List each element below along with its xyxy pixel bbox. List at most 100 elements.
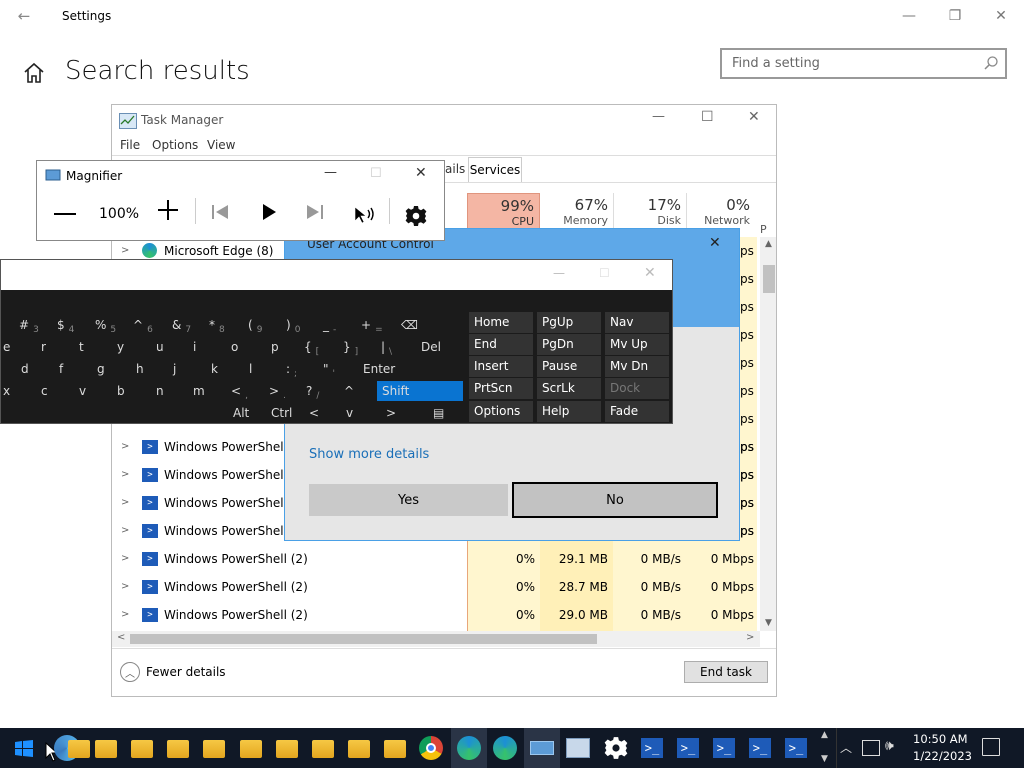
- tm-close-button[interactable]: ✕: [748, 109, 760, 125]
- keyboard-key[interactable]: p: [271, 337, 307, 357]
- keyboard-key[interactable]: Alt: [233, 403, 269, 423]
- keyboard-key[interactable]: v: [79, 381, 109, 401]
- keyboard-key[interactable]: _ -: [323, 315, 359, 335]
- action-center-icon[interactable]: [982, 738, 1000, 756]
- keyboard-key[interactable]: }]: [343, 337, 379, 357]
- settings-gear-icon[interactable]: [604, 736, 628, 760]
- keyboard-key[interactable]: ▤: [433, 403, 469, 423]
- nav-key[interactable]: PgUp: [537, 312, 601, 333]
- nav-key[interactable]: Mv Up: [605, 334, 669, 355]
- folder-icon[interactable]: [276, 740, 298, 758]
- keyboard-key[interactable]: :;: [286, 359, 322, 379]
- folder-icon[interactable]: [95, 740, 117, 758]
- clock-date[interactable]: 1/22/2023: [913, 749, 972, 763]
- keyboard-key[interactable]: b: [117, 381, 147, 401]
- chrome-icon[interactable]: [419, 736, 443, 760]
- play-icon[interactable]: [261, 203, 277, 221]
- tm-maximize-button[interactable]: ☐: [701, 109, 714, 125]
- keyboard-key[interactable]: n: [156, 381, 186, 401]
- find-setting-field[interactable]: [720, 48, 1007, 79]
- keyboard-key[interactable]: " ': [323, 359, 359, 379]
- expand-chevron-icon[interactable]: >: [121, 517, 129, 545]
- nav-key[interactable]: PrtScn: [469, 378, 533, 399]
- keyboard-key[interactable]: f: [59, 359, 95, 379]
- taskbar-scroll-down[interactable]: ▼: [821, 754, 828, 764]
- power-column-header[interactable]: P: [760, 223, 767, 236]
- magnifier-taskbar-button[interactable]: [524, 728, 560, 768]
- nav-key[interactable]: Insert: [469, 356, 533, 377]
- folder-icon[interactable]: [312, 740, 334, 758]
- magnifier-minimize-button[interactable]: —: [324, 165, 337, 180]
- folder-icon[interactable]: [131, 740, 153, 758]
- keyboard-key[interactable]: t: [79, 337, 115, 357]
- keyboard-key[interactable]: c: [41, 381, 71, 401]
- taskbar-scroll-up[interactable]: ▲: [821, 730, 828, 740]
- powershell-icon[interactable]: >_: [641, 738, 663, 758]
- nav-key[interactable]: End: [469, 334, 533, 355]
- keyboard-key[interactable]: m: [193, 381, 223, 401]
- expand-chevron-icon[interactable]: >: [121, 433, 129, 461]
- edge-icon[interactable]: [493, 736, 517, 760]
- keyboard-key[interactable]: (9: [248, 315, 284, 335]
- keyboard-key[interactable]: >: [386, 403, 422, 423]
- osk-minimize-button[interactable]: —: [553, 266, 565, 280]
- keyboard-key[interactable]: % 5: [95, 315, 131, 335]
- keyboard-key[interactable]: e: [3, 337, 39, 357]
- clock-time[interactable]: 10:50 AM: [913, 732, 968, 746]
- read-from-here-icon[interactable]: [354, 205, 376, 225]
- volume-icon[interactable]: 🕪: [885, 738, 894, 754]
- network-icon[interactable]: [862, 740, 880, 756]
- keyboard-key[interactable]: {[: [304, 337, 340, 357]
- keyboard-key[interactable]: k: [211, 359, 247, 379]
- expand-chevron-icon[interactable]: >: [121, 489, 129, 517]
- menu-options[interactable]: Options: [152, 138, 198, 152]
- table-row[interactable]: > > Windows PowerShell (2) 0% 28.7 MB 0 MB/s 0…: [112, 573, 776, 601]
- keyboard-key[interactable]: x: [3, 381, 33, 401]
- keyboard-key[interactable]: Del: [421, 337, 457, 357]
- powershell-icon[interactable]: >_: [677, 738, 699, 758]
- keyboard-key[interactable]: | \: [381, 337, 417, 357]
- nav-key[interactable]: Home: [469, 312, 533, 333]
- restore-button[interactable]: ❐: [932, 0, 978, 32]
- nav-key[interactable]: ScrLk: [537, 378, 601, 399]
- keyboard-key[interactable]: * 8: [209, 315, 245, 335]
- nav-key[interactable]: Mv Dn: [605, 356, 669, 377]
- keyboard-key[interactable]: ⌫: [401, 315, 437, 335]
- keyboard-key[interactable]: ^ 6: [133, 315, 169, 335]
- nav-key[interactable]: Nav: [605, 312, 669, 333]
- osk-close-button[interactable]: ✕: [644, 265, 656, 281]
- keyboard-key[interactable]: v: [346, 403, 382, 423]
- keyboard-key[interactable]: ? /: [306, 381, 336, 401]
- file-explorer-icon[interactable]: [68, 740, 90, 758]
- expand-chevron-icon[interactable]: >: [121, 601, 129, 629]
- find-setting-input[interactable]: [732, 50, 982, 76]
- keyboard-key[interactable]: l: [249, 359, 285, 379]
- keyboard-key[interactable]: y: [117, 337, 153, 357]
- keyboard-key[interactable]: $4: [57, 315, 93, 335]
- keyboard-key[interactable]: u: [156, 337, 192, 357]
- magnifier-close-button[interactable]: ✕: [415, 165, 427, 181]
- minimize-button[interactable]: —: [886, 0, 932, 32]
- yes-button[interactable]: Yes: [309, 484, 508, 516]
- keyboard-key[interactable]: g: [97, 359, 133, 379]
- table-row[interactable]: > > Windows PowerShell (2) 0% 29.1 MB 0 MB/s 0…: [112, 545, 776, 573]
- nav-key[interactable]: PgDn: [537, 334, 601, 355]
- keyboard-key[interactable]: + =: [361, 315, 397, 335]
- fewer-details-link[interactable]: Fewer details: [146, 665, 226, 679]
- fewer-details-icon[interactable]: ︿: [120, 662, 140, 682]
- expand-chevron-icon[interactable]: >: [121, 573, 129, 601]
- edge-taskbar-button[interactable]: [451, 728, 487, 768]
- keyboard-key[interactable]: #3: [19, 315, 55, 335]
- back-arrow-icon[interactable]: ←: [14, 6, 34, 26]
- keyboard-key[interactable]: ^: [344, 381, 374, 401]
- keyboard-key[interactable]: ) 0: [286, 315, 322, 335]
- gear-icon[interactable]: [405, 205, 427, 227]
- start-button[interactable]: [15, 740, 33, 757]
- tm-minimize-button[interactable]: —: [652, 109, 665, 124]
- expand-chevron-icon[interactable]: >: [121, 545, 129, 573]
- keyboard-key[interactable]: r: [41, 337, 77, 357]
- keyboard-key[interactable]: Ctrl: [271, 403, 307, 423]
- shift-key[interactable]: Shift: [377, 381, 463, 401]
- search-icon[interactable]: [983, 55, 999, 71]
- menu-file[interactable]: File: [120, 138, 140, 152]
